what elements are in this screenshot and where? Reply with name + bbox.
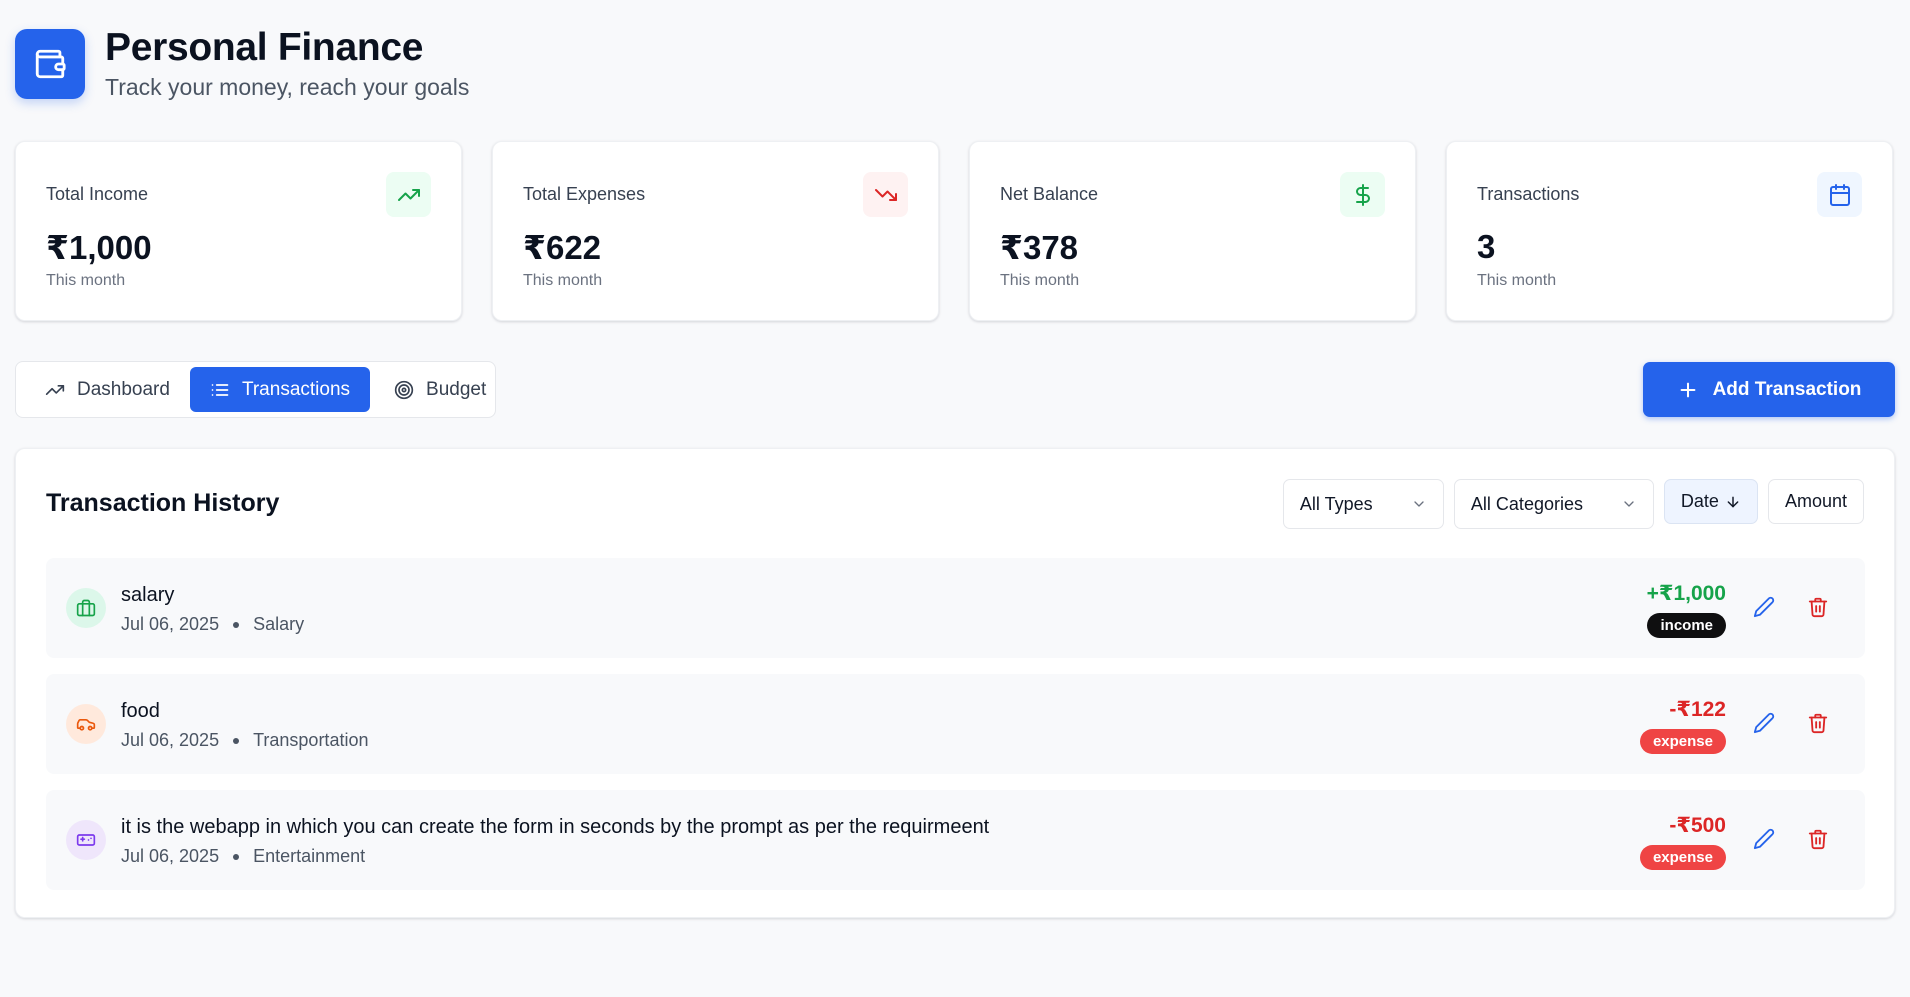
type-filter-value: All Types	[1299, 493, 1373, 514]
car-icon	[66, 704, 106, 744]
app-subtitle: Track your money, reach your goals	[105, 74, 470, 100]
sort-date-label: Date	[1680, 491, 1719, 511]
edit-icon[interactable]	[1753, 712, 1777, 736]
stat-card-transactions: Transactions 3 This month	[1446, 141, 1893, 321]
stat-value: 3	[1477, 228, 1496, 265]
trash-icon[interactable]	[1807, 596, 1831, 620]
plus-icon	[1680, 382, 1695, 397]
transaction-type-badge: expense	[1639, 729, 1726, 754]
stat-note: This month	[1477, 272, 1557, 289]
view-tabs: Dashboard Transactions Budget	[15, 361, 496, 418]
app-header: Personal Finance Track your money, reach…	[15, 26, 469, 101]
stat-value: ₹622	[523, 229, 602, 266]
stat-card-net-balance: Net Balance ₹378 This month	[969, 141, 1416, 321]
sort-amount-button[interactable]: Amount	[1767, 479, 1864, 524]
chevron-down-icon	[1414, 501, 1424, 507]
stat-note: This month	[1000, 272, 1080, 289]
separator-dot	[233, 853, 240, 860]
trending-down-icon	[863, 172, 908, 217]
tab-dashboard[interactable]: Dashboard	[21, 367, 190, 412]
transaction-row[interactable]: salary Jul 06, 2025 Salary +₹1,000 incom…	[46, 558, 1865, 658]
stat-label: Net Balance	[1000, 184, 1099, 204]
trending-up-icon	[386, 172, 431, 217]
stat-card-total-income: Total Income ₹1,000 This month	[15, 141, 462, 321]
tab-label: Dashboard	[77, 378, 170, 400]
sort-amount-label: Amount	[1784, 491, 1847, 511]
transaction-type-badge: expense	[1639, 845, 1726, 870]
transaction-date: Jul 06, 2025	[121, 614, 220, 634]
edit-icon[interactable]	[1753, 596, 1777, 620]
gamepad-icon	[66, 820, 106, 860]
history-filters: All Types All Categories Date Amount	[1282, 479, 1864, 529]
transaction-meta: Jul 06, 2025 Salary	[121, 614, 304, 635]
transaction-list: salary Jul 06, 2025 Salary +₹1,000 incom…	[46, 558, 1865, 906]
list-icon	[211, 383, 229, 396]
category-filter-select[interactable]: All Categories	[1453, 479, 1654, 529]
arrow-down-icon	[1727, 496, 1739, 507]
stat-value: ₹378	[1000, 229, 1079, 266]
tab-label: Budget	[426, 378, 487, 400]
category-filter-value: All Categories	[1470, 493, 1583, 514]
transaction-category: Salary	[253, 614, 305, 634]
separator-dot	[233, 621, 240, 628]
app-title: Personal Finance	[105, 26, 424, 69]
transaction-category: Entertainment	[253, 846, 366, 866]
transaction-title: salary	[121, 584, 175, 606]
stat-label: Transactions	[1477, 184, 1580, 204]
dollar-icon	[1340, 172, 1385, 217]
edit-icon[interactable]	[1753, 828, 1777, 852]
stat-value: ₹1,000	[46, 229, 152, 266]
stat-note: This month	[523, 272, 603, 289]
target-icon	[394, 380, 414, 399]
calendar-icon	[1817, 172, 1862, 217]
transaction-title: food	[121, 700, 160, 722]
separator-dot	[233, 737, 240, 744]
transaction-date: Jul 06, 2025	[121, 846, 220, 866]
trash-icon[interactable]	[1807, 828, 1831, 852]
sort-date-button[interactable]: Date	[1663, 479, 1758, 524]
transaction-date: Jul 06, 2025	[121, 730, 220, 750]
add-transaction-button[interactable]: Add Transaction	[1643, 362, 1895, 417]
briefcase-icon	[66, 588, 106, 628]
transaction-category: Transportation	[253, 730, 369, 750]
wallet-icon	[15, 28, 85, 99]
transaction-row[interactable]: it is the webapp in which you can create…	[46, 790, 1865, 890]
tab-label: Transactions	[241, 378, 351, 400]
stat-label: Total Expenses	[523, 184, 646, 204]
stat-note: This month	[46, 272, 126, 289]
type-filter-select[interactable]: All Types	[1282, 479, 1444, 529]
tab-budget[interactable]: Budget	[370, 367, 506, 412]
transaction-title: it is the webapp in which you can create…	[121, 816, 990, 838]
trending-up-icon	[45, 384, 65, 395]
transaction-row[interactable]: food Jul 06, 2025 Transportation -₹122 e…	[46, 674, 1865, 774]
stat-card-total-expenses: Total Expenses ₹622 This month	[492, 141, 939, 321]
transaction-amount: -₹500	[1669, 814, 1726, 837]
tab-transactions[interactable]: Transactions	[189, 367, 371, 412]
trash-icon[interactable]	[1807, 712, 1831, 736]
stats-cards: Total Income ₹1,000 This month Total Exp…	[15, 141, 1895, 321]
transaction-amount: -₹122	[1669, 698, 1726, 721]
add-transaction-label: Add Transaction	[1712, 378, 1862, 400]
transaction-meta: Jul 06, 2025 Transportation	[121, 730, 368, 751]
transaction-history-panel: Transaction History All Types All Catego…	[15, 448, 1895, 918]
panel-title: Transaction History	[46, 489, 280, 517]
transaction-meta: Jul 06, 2025 Entertainment	[121, 846, 365, 867]
stat-label: Total Income	[46, 184, 149, 204]
transaction-amount: +₹1,000	[1646, 582, 1726, 605]
transaction-type-badge: income	[1647, 613, 1726, 638]
chevron-down-icon	[1624, 501, 1634, 507]
